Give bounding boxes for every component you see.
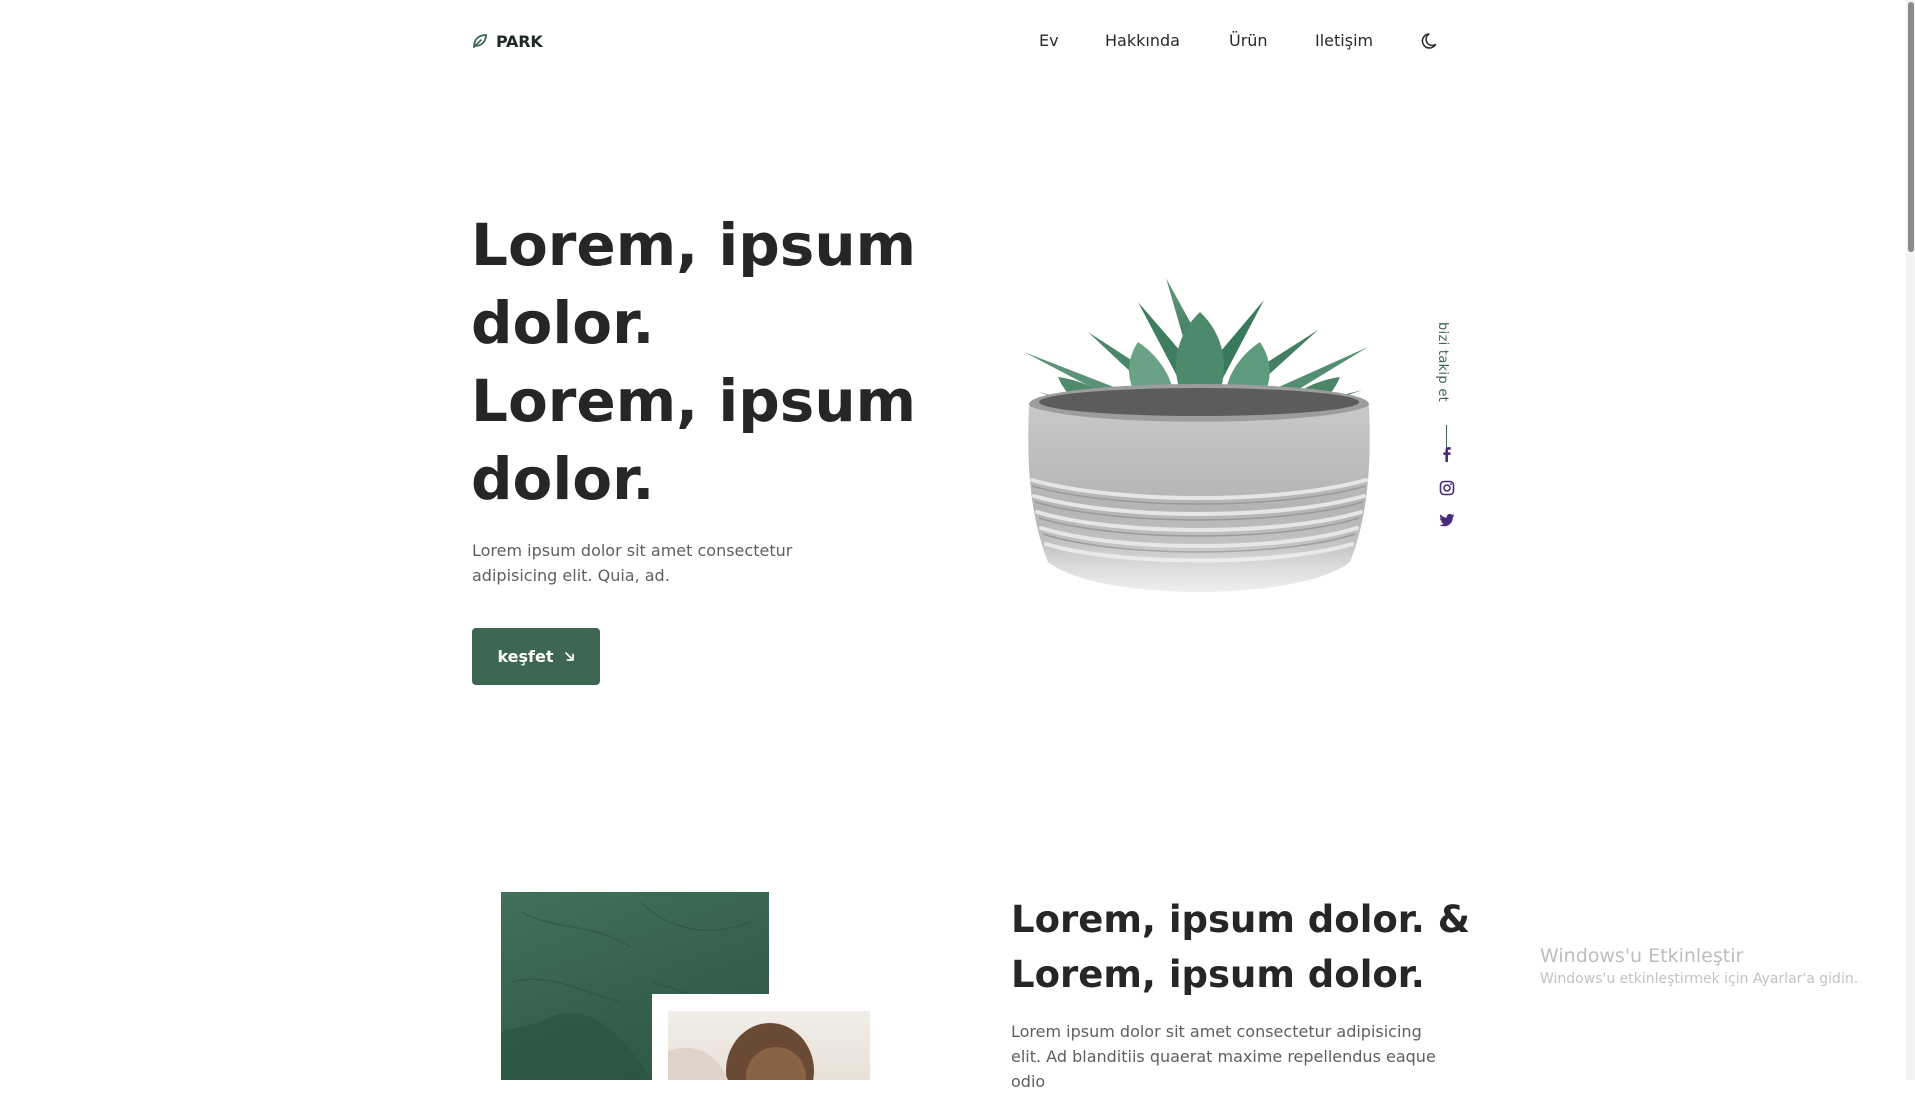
- theme-toggle-button[interactable]: [1420, 30, 1442, 52]
- nav-link-about[interactable]: Hakkında: [1105, 28, 1180, 54]
- person-photo: [668, 1011, 870, 1080]
- explore-button-label: keşfet: [497, 647, 554, 666]
- section-description: Lorem ipsum dolor sit amet consectetur a…: [1011, 1022, 1436, 1091]
- twitter-link[interactable]: [1438, 511, 1456, 529]
- hero-title: Lorem, ipsum dolor. Lorem, ipsum dolor.: [471, 206, 991, 518]
- hero-description: Lorem ipsum dolor sit amet consectetur a…: [472, 541, 793, 585]
- nav-link-product[interactable]: Ürün: [1229, 28, 1268, 54]
- hero-title-line: dolor.: [471, 289, 655, 357]
- nav-link-home[interactable]: Ev: [1039, 28, 1059, 54]
- plant-image: [1018, 272, 1380, 624]
- activation-watermark-subtitle: Windows'u etkinleştirmek için Ayarlar'a …: [1540, 971, 1859, 987]
- nav-link-contact[interactable]: Iletişim: [1315, 28, 1373, 54]
- explore-button[interactable]: keşfet: [472, 628, 600, 685]
- arrow-down-right-icon: [564, 652, 574, 661]
- twitter-icon: [1439, 513, 1455, 527]
- section-title: Lorem, ipsum dolor. & Lorem, ipsum dolor…: [1011, 898, 1470, 996]
- hero-title-line: Lorem, ipsum: [471, 211, 917, 279]
- facebook-icon: [1443, 447, 1451, 462]
- activation-watermark-title: Windows'u Etkinleştir: [1540, 945, 1744, 967]
- moon-icon: [1421, 33, 1437, 49]
- scrollbar-thumb[interactable]: [1908, 2, 1914, 252]
- hero-title-line: Lorem, ipsum: [471, 367, 917, 435]
- instagram-link[interactable]: [1438, 479, 1456, 497]
- instagram-icon: [1439, 480, 1455, 496]
- main-nav: Ev Hakkında Ürün Iletişim: [0, 28, 1915, 54]
- follow-us-label: bizi takip et: [1435, 322, 1450, 403]
- hero-title-line: dolor.: [471, 445, 655, 513]
- facebook-link[interactable]: [1438, 445, 1456, 463]
